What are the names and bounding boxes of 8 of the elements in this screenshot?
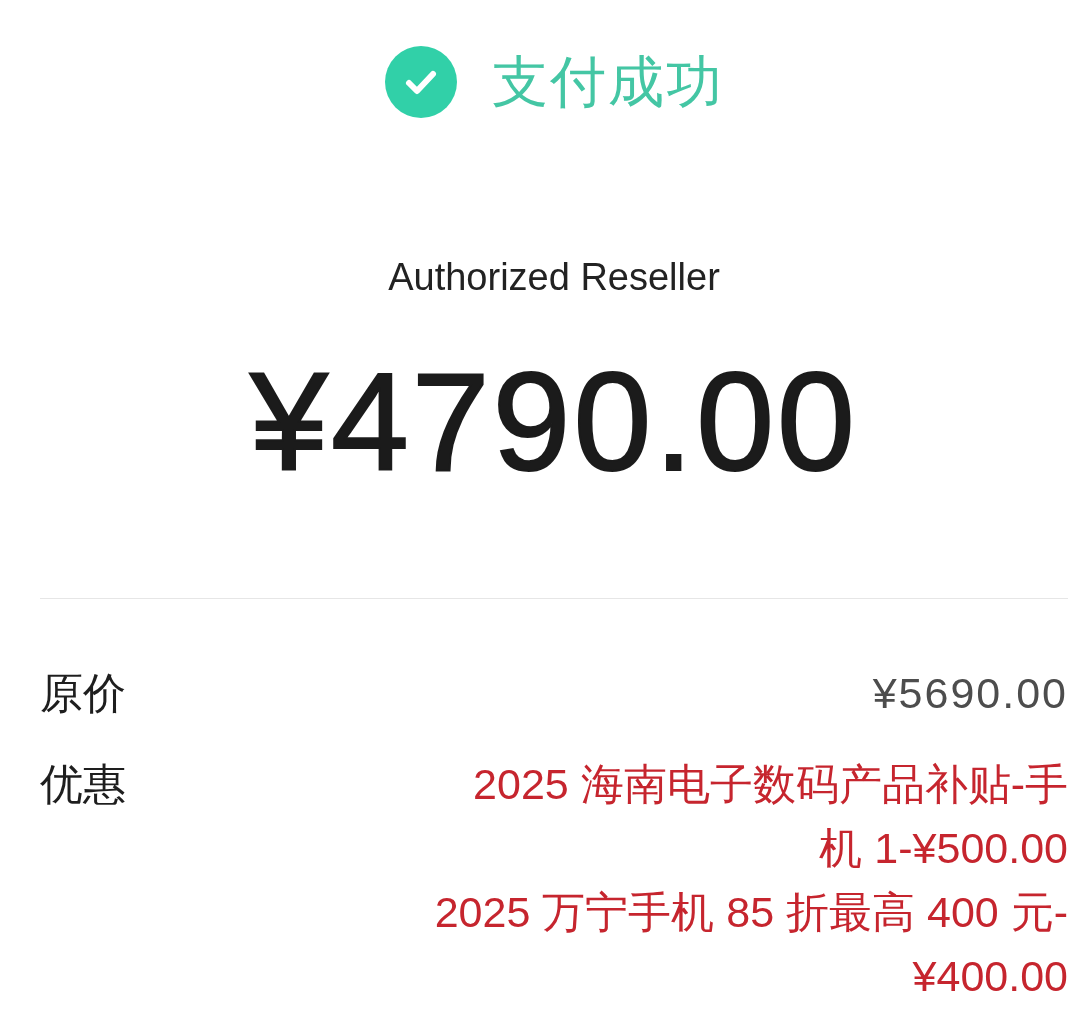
payment-amount: ¥4790.00 bbox=[249, 342, 859, 502]
merchant-name: Authorized Reseller bbox=[387, 255, 721, 300]
status-title: 支付成功 bbox=[491, 49, 724, 115]
detail-label: 优惠 bbox=[40, 759, 126, 810]
detail-label: 原价 bbox=[40, 668, 126, 719]
original-price: ¥5690.00 bbox=[872, 668, 1068, 719]
discount-text: 2025 万宁手机 85 折最高 400 元-¥400.00 bbox=[433, 887, 1068, 1002]
discount-text: 2025 海南电子数码产品补贴-手机 1-¥500.00 bbox=[472, 759, 1068, 874]
